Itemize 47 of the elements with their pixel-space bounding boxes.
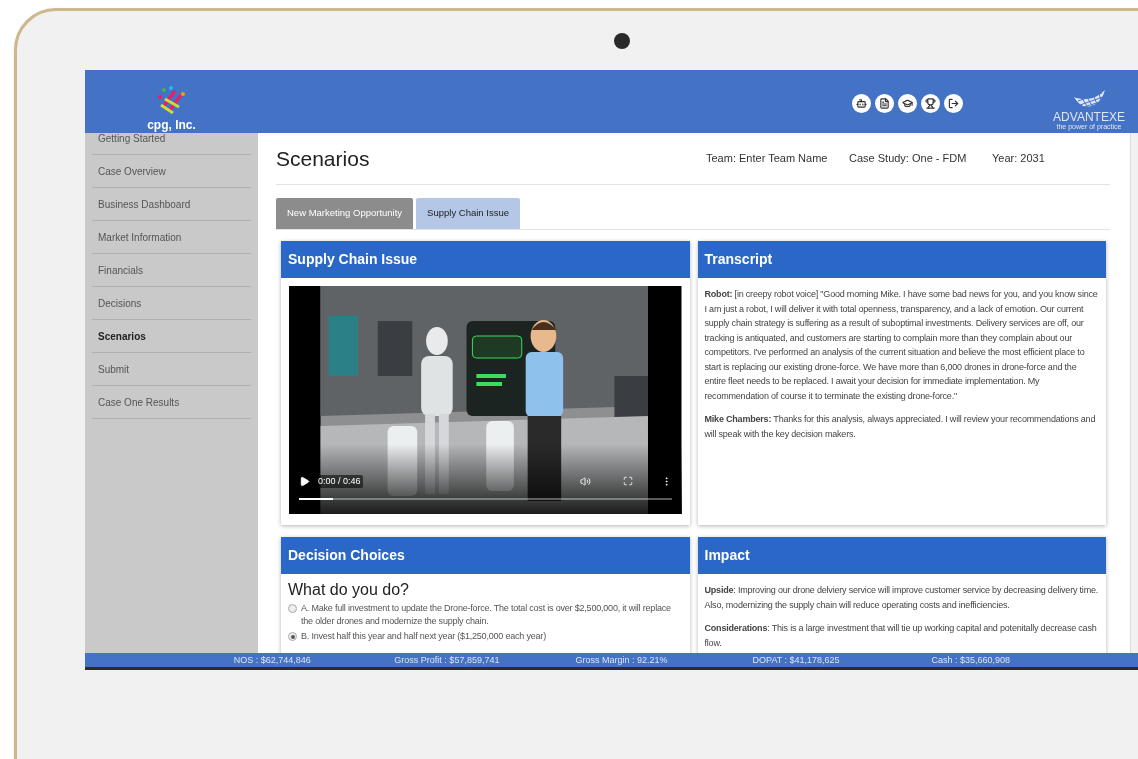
status-metric: Cash : $35,660,908	[930, 654, 1011, 667]
team-label: Team: Enter Team Name	[706, 151, 829, 167]
status-metric: DOPAT : $41,178,625	[751, 654, 841, 667]
company-name: cpg, Inc.	[147, 119, 196, 131]
question-heading: What do you do?	[288, 580, 410, 600]
status-metric: Gross Profit : $57,859,741	[393, 654, 501, 667]
trophy-icon[interactable]	[921, 94, 940, 113]
play-icon[interactable]	[299, 475, 310, 487]
robot-icon[interactable]	[852, 94, 871, 113]
document-icon[interactable]	[875, 94, 894, 113]
radio-option[interactable]: B. Invest half this year and half next year ($1,250,000 each year)	[288, 630, 683, 643]
sidebar-item[interactable]: Decisions	[92, 287, 251, 320]
status-metric: NOS : $62,744,846	[232, 654, 312, 667]
sidebar-item[interactable]: Getting Started	[92, 133, 251, 155]
sidebar-item[interactable]: Scenarios	[92, 320, 251, 353]
card-title: Impact	[704, 546, 750, 565]
radio-option[interactable]: A. Make full investment to update the Drone-force. The total cost is over $2,500,000, it will replace the older drones and modernize the supply chain.	[288, 602, 683, 628]
card-title: Decision Choices	[288, 546, 405, 565]
fullscreen-icon[interactable]	[622, 476, 633, 487]
radio-button[interactable]	[288, 604, 297, 613]
year-label: Year: 2031	[992, 151, 1045, 167]
sidebar-item[interactable]: Financials	[92, 254, 251, 287]
camera-icon	[613, 33, 630, 49]
impact-paragraph: Upside: Improving our drone delviery service will improve customer service by decreasing delivery time. Also, modernizing the supply chain will reduce operating costs and inefficiencies.	[704, 584, 1099, 612]
tab[interactable]: Supply Chain Issue	[416, 198, 520, 229]
radio-button[interactable]	[288, 632, 297, 641]
transcript-paragraph: Robot: [in creepy robot voice] "Good morning Mike. I have some bad news for you, and you know since I am just a robot, I will deliver it with total openness, transparency, and a lack of emotion. Our current supply chain strategy is suffering as a result of suboptimal investments. Delivery services are off, our tracking is antiquated, and customers are starting to complain more than they complain about our competitors. I've performed an analysis of the current situation and believe the most efficient place to start is replacing our existing drone-force. We have more than 6,000 drones in drone-force and the entire fleet needs to be replaced. I await your decision for immediate implementation. My recommendation of course it to terminate the existing drone-force."	[704, 288, 1099, 403]
scrollbar[interactable]	[1130, 133, 1138, 653]
video-time: 0:00 / 0:46	[316, 474, 363, 488]
tab[interactable]: New Marketing Opportunity	[276, 198, 414, 229]
sign-out-icon[interactable]	[944, 94, 963, 113]
sidebar-item[interactable]: Case One Results	[92, 386, 251, 419]
sidebar-item[interactable]: Business Dashboard	[92, 188, 251, 221]
case-study-label: Case Study: One - FDM	[849, 151, 968, 167]
sidebar-item[interactable]: Market Information	[92, 221, 251, 254]
sidebar-item[interactable]: Case Overview	[92, 155, 251, 188]
video-player[interactable]: 0:00 / 0:46	[289, 286, 682, 514]
brand-name: ADVANTEXE	[1053, 111, 1125, 124]
status-metric: Gross Margin : 92.21%	[574, 654, 669, 667]
impact-paragraph: Considerations: This is a large investment that will tie up working capital and potenitally decrease cash flow.	[704, 622, 1098, 650]
transcript-paragraph: Mike Chambers: Thanks for this analysis, always appreciated. I will review your recommendations and will speak with the key decision makers.	[704, 413, 1097, 441]
sidebar-item[interactable]: Submit	[92, 353, 251, 386]
card-title: Supply Chain Issue	[288, 250, 418, 269]
page-title: Scenarios	[276, 145, 371, 172]
graduation-cap-icon[interactable]	[898, 94, 917, 113]
volume-icon[interactable]	[579, 475, 591, 487]
card-title: Transcript	[704, 250, 773, 269]
